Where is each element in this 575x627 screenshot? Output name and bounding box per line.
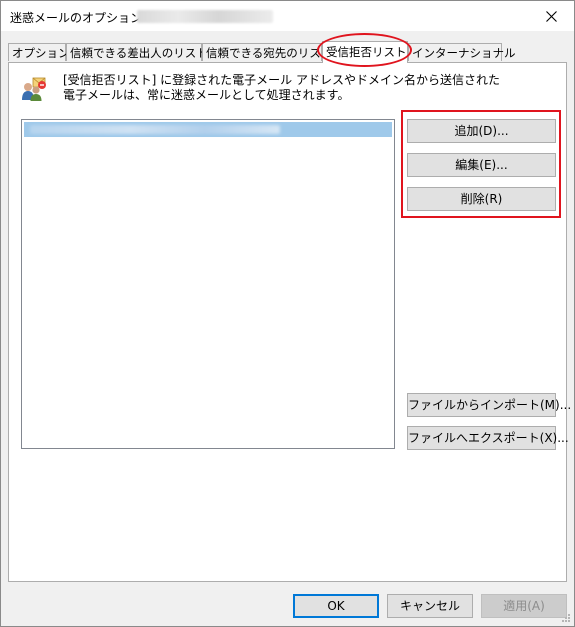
description-line-2: 電子メールは、常に迷惑メールとして処理されます。 [63, 88, 350, 102]
delete-button[interactable]: 削除(R) [407, 187, 556, 211]
description-line-1: [受信拒否リスト] に登録された電子メール アドレスやドメイン名から送信された [63, 73, 500, 87]
tab-safe-senders[interactable]: 信頼できる差出人のリスト [66, 43, 208, 61]
apply-button[interactable]: 適用(A) [481, 594, 567, 618]
tab-options[interactable]: オプション [8, 43, 70, 61]
description-text: [受信拒否リスト] に登録された電子メール アドレスやドメイン名から送信された … [63, 73, 500, 103]
close-icon [545, 10, 557, 22]
cancel-button[interactable]: キャンセル [387, 594, 473, 618]
junk-email-options-dialog: 迷惑メールのオプション - オプション 信頼できる差出人のリスト 信頼できる宛先… [0, 0, 575, 627]
blocked-senders-panel: [受信拒否リスト] に登録された電子メール アドレスやドメイン名から送信された … [8, 62, 571, 582]
close-button[interactable] [528, 1, 574, 31]
tab-safe-recipients[interactable]: 信頼できる宛先のリスト [202, 43, 332, 61]
export-to-file-button[interactable]: ファイルへエクスポート(X)... [407, 426, 569, 450]
title-bar: 迷惑メールのオプション - [1, 1, 574, 31]
edit-button[interactable]: 編集(E)... [407, 153, 556, 177]
import-from-file-button[interactable]: ファイルからインポート(M)... [407, 393, 571, 417]
redacted-account-name [137, 10, 273, 23]
blocked-senders-list[interactable] [21, 119, 395, 449]
list-item-selected[interactable] [24, 122, 392, 137]
tab-international[interactable]: インターナショナル [408, 43, 516, 61]
tab-strip: オプション 信頼できる差出人のリスト 信頼できる宛先のリスト 受信拒否リスト イ… [8, 41, 568, 63]
tab-blocked-senders[interactable]: 受信拒否リスト [322, 41, 408, 63]
window-title: 迷惑メールのオプション - [10, 11, 151, 25]
add-button[interactable]: 追加(D)... [407, 119, 556, 143]
resize-grip-icon[interactable] [560, 612, 571, 623]
blocked-users-icon [22, 77, 46, 101]
ok-button[interactable]: OK [293, 594, 379, 618]
redacted-list-entry [30, 125, 280, 134]
